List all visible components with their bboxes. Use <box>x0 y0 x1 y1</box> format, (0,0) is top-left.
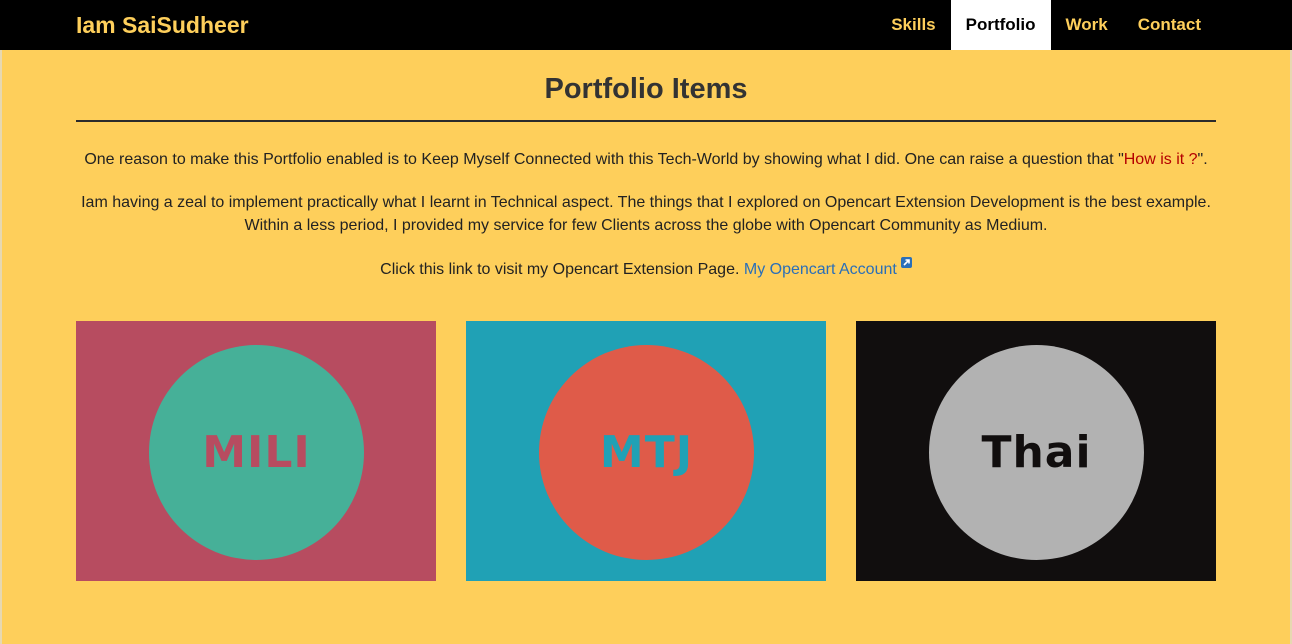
portfolio-card-mili[interactable]: MILI <box>76 321 436 581</box>
highlight-question: How is it ? <box>1123 151 1198 168</box>
intro-end: ". <box>1197 151 1208 168</box>
card-circle: MTJ <box>539 345 754 560</box>
title-divider <box>76 120 1216 122</box>
link-paragraph: Click this link to visit my Opencart Ext… <box>76 257 1216 281</box>
page-title: Portfolio Items <box>544 73 748 105</box>
card-label: MTJ <box>599 427 694 478</box>
card-label: Thai <box>981 427 1092 478</box>
card-circle: MILI <box>149 345 364 560</box>
opencart-account-link[interactable]: My Opencart Account <box>744 261 897 278</box>
zeal-paragraph: Iam having a zeal to implement practical… <box>81 194 1211 234</box>
intro-text: One reason to make this Portfolio enable… <box>84 151 1124 168</box>
navbar: Iam SaiSudheer Skills Portfolio Work Con… <box>0 0 1292 50</box>
card-circle: Thai <box>929 345 1144 560</box>
portfolio-card-thai[interactable]: Thai <box>856 321 1216 581</box>
portfolio-section: Portfolio Items One reason to make this … <box>76 50 1216 281</box>
portfolio-card-mtj[interactable]: MTJ <box>466 321 826 581</box>
nav-portfolio[interactable]: Portfolio <box>950 0 1051 50</box>
intro-paragraph: One reason to make this Portfolio enable… <box>76 148 1216 171</box>
external-link-icon[interactable] <box>900 257 912 268</box>
link-intro: Click this link to visit my Opencart Ext… <box>380 261 744 278</box>
portfolio-grid: MILI MTJ Thai <box>76 321 1216 581</box>
card-label: MILI <box>202 427 311 478</box>
brand-link[interactable]: Iam SaiSudheer <box>76 11 249 39</box>
nav-menu: Skills Portfolio Work Contact <box>876 0 1216 50</box>
nav-skills[interactable]: Skills <box>876 0 950 50</box>
nav-work[interactable]: Work <box>1051 0 1123 50</box>
nav-contact[interactable]: Contact <box>1123 0 1216 50</box>
